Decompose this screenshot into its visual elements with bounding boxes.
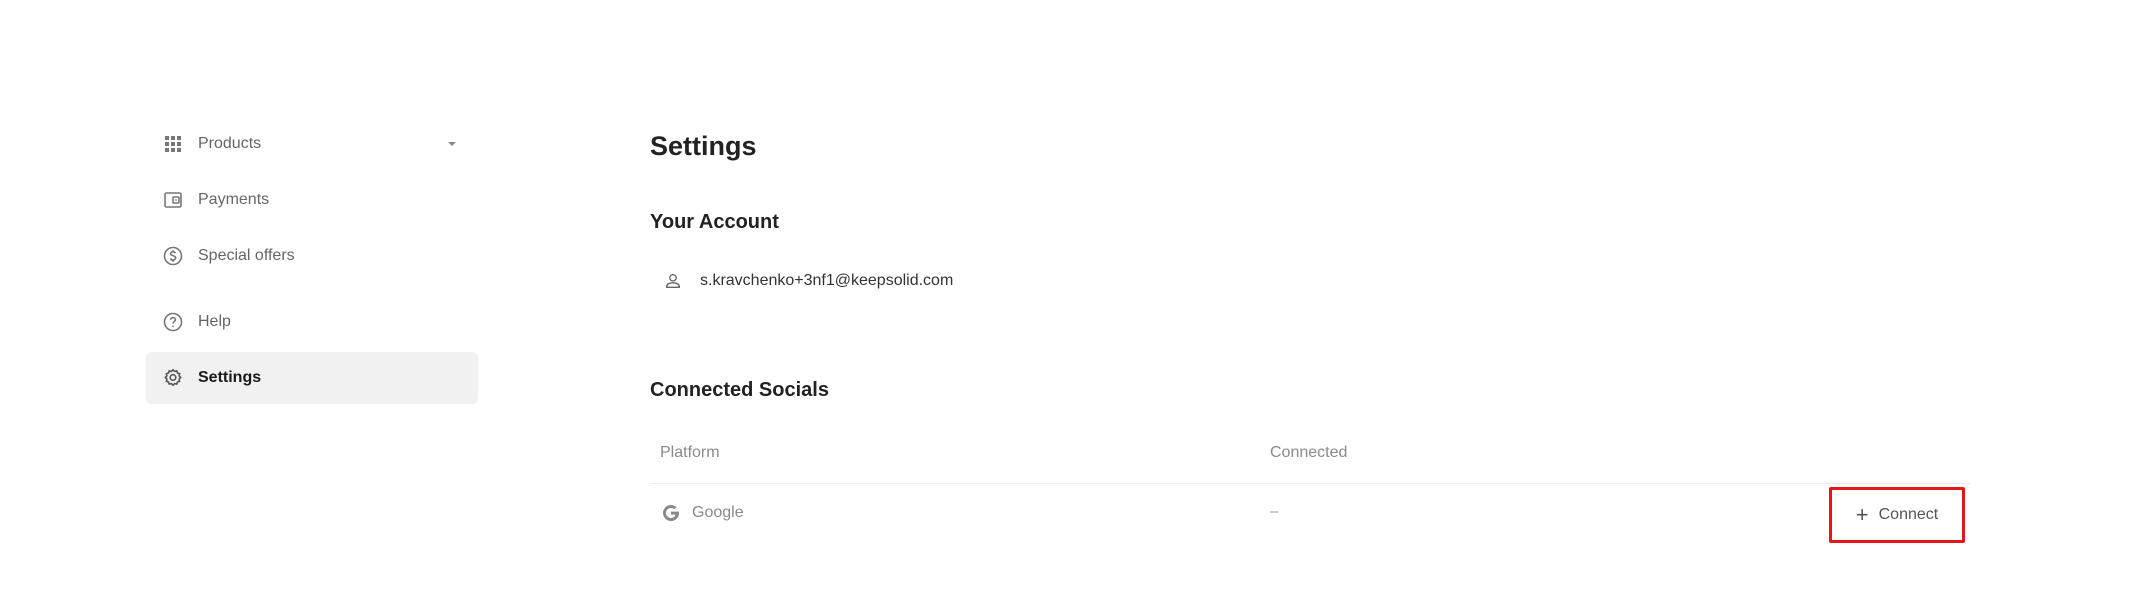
sidebar-nav: Products Payments Special offers Help Se…: [146, 118, 478, 404]
sidebar-item-payments[interactable]: Payments: [146, 174, 478, 226]
dollar-circle-icon: [162, 245, 184, 267]
settings-page: Products Payments Special offers Help Se…: [0, 0, 2156, 614]
account-row: s.kravchenko+3nf1@keepsolid.com: [662, 270, 953, 292]
sidebar-item-settings[interactable]: Settings: [146, 352, 478, 404]
help-circle-icon: [162, 311, 184, 333]
sidebar-item-special-offers[interactable]: Special offers: [146, 230, 478, 282]
column-header-platform: Platform: [660, 444, 720, 461]
user-icon: [662, 270, 684, 292]
connected-value: –: [1270, 503, 1279, 520]
column-header-connected: Connected: [1270, 444, 1348, 461]
connect-button-label: Connect: [1878, 506, 1939, 523]
table-header: Platform Connected: [650, 432, 1970, 484]
google-icon: [663, 505, 679, 521]
table-row: Google – + Connect: [650, 484, 1970, 546]
sidebar-item-help[interactable]: Help: [146, 296, 478, 348]
grid-icon: [162, 133, 184, 155]
sidebar-item-products[interactable]: Products: [146, 118, 478, 170]
platform-cell: Google: [660, 502, 744, 524]
socials-section-title: Connected Socials: [650, 379, 829, 401]
platform-name: Google: [692, 504, 744, 521]
account-section-title: Your Account: [650, 211, 779, 233]
wallet-icon: [162, 189, 184, 211]
connect-google-button[interactable]: + Connect: [1829, 487, 1965, 543]
socials-table: Platform Connected Google – + Connect: [650, 432, 1970, 546]
account-email: s.kravchenko+3nf1@keepsolid.com: [700, 272, 954, 289]
sidebar-item-label: Products: [198, 135, 262, 152]
gear-icon: [162, 367, 184, 389]
chevron-down-icon[interactable]: [446, 138, 458, 150]
sidebar-item-label: Help: [198, 313, 231, 330]
page-title: Settings: [650, 131, 757, 161]
plus-icon: +: [1855, 502, 1869, 527]
sidebar-item-label: Payments: [198, 191, 270, 208]
sidebar-item-label: Special offers: [198, 247, 295, 264]
sidebar-item-label: Settings: [198, 369, 262, 386]
